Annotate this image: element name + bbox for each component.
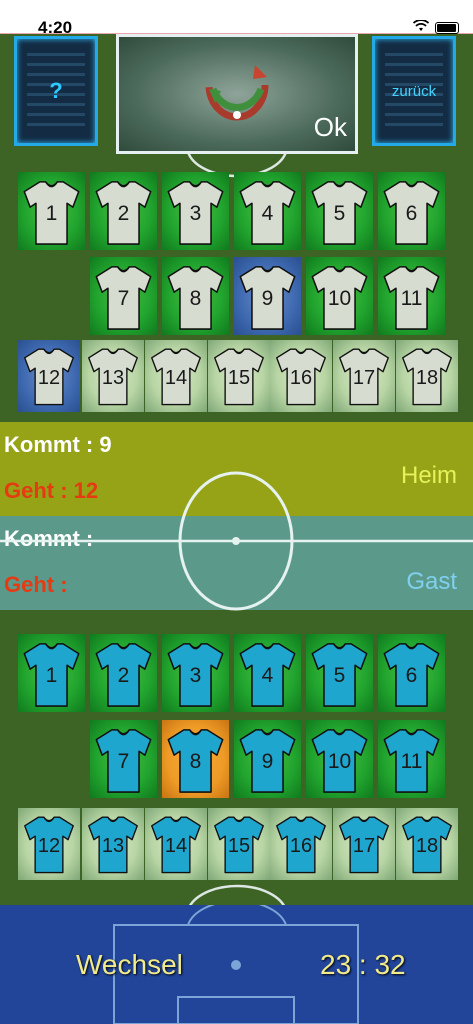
home-player-14[interactable]: 14: [145, 340, 207, 412]
home-player-7[interactable]: 7: [90, 257, 157, 335]
home-player-16[interactable]: 16: [270, 340, 332, 412]
home-player-6[interactable]: 6: [378, 172, 445, 250]
jersey-number: 3: [189, 202, 202, 225]
status-time: 4:20: [38, 18, 73, 37]
help-button[interactable]: ?: [14, 36, 98, 146]
home-player-2[interactable]: 2: [90, 172, 157, 250]
jersey-number: 10: [327, 287, 352, 310]
away-player-17[interactable]: 17: [333, 808, 395, 880]
home-player-13[interactable]: 13: [82, 340, 144, 412]
jersey-number: 15: [227, 367, 251, 389]
home-player-9[interactable]: 9: [234, 257, 301, 335]
jersey-number: 5: [333, 664, 346, 687]
home-player-10[interactable]: 10: [306, 257, 373, 335]
jersey-number: 18: [415, 835, 439, 857]
jersey-number: 13: [101, 835, 125, 857]
home-player-5[interactable]: 5: [306, 172, 373, 250]
away-player-10[interactable]: 10: [306, 720, 373, 798]
home-player-11[interactable]: 11: [378, 257, 445, 335]
away-player-14[interactable]: 14: [145, 808, 207, 880]
jersey-number: 12: [37, 367, 61, 389]
away-player-2[interactable]: 2: [90, 634, 157, 712]
jersey-number: 9: [261, 287, 274, 310]
away-player-4[interactable]: 4: [234, 634, 301, 712]
jersey-number: 17: [352, 367, 376, 389]
jersey-number: 14: [164, 835, 188, 857]
battery-icon: [435, 21, 459, 34]
jersey-number: 16: [289, 367, 313, 389]
jersey-number: 8: [189, 287, 202, 310]
jersey-number: 11: [400, 287, 423, 310]
home-player-1[interactable]: 1: [18, 172, 85, 250]
jersey-number: 14: [164, 367, 188, 389]
center-circle: [0, 471, 473, 610]
jersey-number: 15: [227, 835, 251, 857]
jersey-number: 2: [117, 202, 130, 225]
home-player-12[interactable]: 12: [18, 340, 80, 412]
back-button-label: zurück: [391, 82, 437, 100]
home-player-3[interactable]: 3: [162, 172, 229, 250]
jersey-number: 4: [261, 664, 274, 687]
away-player-1[interactable]: 1: [18, 634, 85, 712]
home-player-15[interactable]: 15: [208, 340, 270, 412]
away-player-13[interactable]: 13: [82, 808, 144, 880]
ok-label: Ok: [313, 112, 347, 142]
away-player-18[interactable]: 18: [396, 808, 458, 880]
bottom-bar: Wechsel 23 : 32: [0, 905, 473, 1024]
away-player-8[interactable]: 8: [162, 720, 229, 798]
away-player-15[interactable]: 15: [208, 808, 270, 880]
jersey-number: 13: [101, 367, 125, 389]
back-button[interactable]: zurück: [372, 36, 456, 146]
jersey-number: 5: [333, 202, 346, 225]
status-icons: [412, 19, 459, 35]
status-bar: 4:20: [0, 0, 473, 37]
match-timer: 23 : 32: [320, 949, 406, 980]
jersey-number: 1: [45, 664, 58, 687]
away-player-3[interactable]: 3: [162, 634, 229, 712]
jersey-number: 7: [117, 750, 130, 773]
jersey-number: 16: [289, 835, 313, 857]
away-player-5[interactable]: 5: [306, 634, 373, 712]
home-player-18[interactable]: 18: [396, 340, 458, 412]
jersey-number: 2: [117, 664, 130, 687]
swap-icon: [205, 49, 269, 121]
away-player-11[interactable]: 11: [378, 720, 445, 798]
jersey-number: 6: [405, 664, 418, 687]
jersey-number: 6: [405, 202, 418, 225]
jersey-number: 4: [261, 202, 274, 225]
home-player-8[interactable]: 8: [162, 257, 229, 335]
jersey-number: 10: [327, 750, 352, 773]
home-player-4[interactable]: 4: [234, 172, 301, 250]
jersey-number: 12: [37, 835, 61, 857]
away-player-16[interactable]: 16: [270, 808, 332, 880]
jersey-number: 11: [400, 750, 423, 773]
jersey-number: 9: [261, 750, 274, 773]
home-player-17[interactable]: 17: [333, 340, 395, 412]
help-button-label: ?: [49, 78, 63, 103]
jersey-number: 17: [352, 835, 376, 857]
jersey-number: 8: [189, 750, 202, 773]
jersey-number: 18: [415, 367, 439, 389]
away-player-6[interactable]: 6: [378, 634, 445, 712]
jersey-number: 3: [189, 664, 202, 687]
substitution-title: Wechsel: [76, 949, 183, 980]
away-player-9[interactable]: 9: [234, 720, 301, 798]
jersey-number: 7: [117, 287, 130, 310]
jersey-number: 1: [45, 202, 58, 225]
away-player-12[interactable]: 12: [18, 808, 80, 880]
wifi-icon: [412, 19, 430, 35]
away-player-7[interactable]: 7: [90, 720, 157, 798]
ok-button[interactable]: Ok: [116, 34, 358, 154]
